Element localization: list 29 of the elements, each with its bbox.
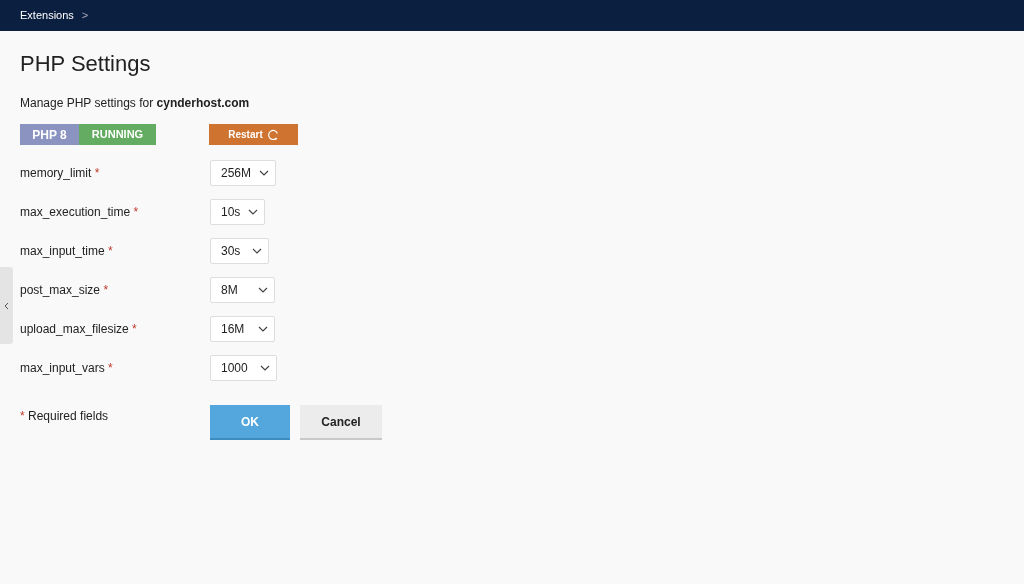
chevron-down-icon — [258, 325, 268, 332]
status-badge: RUNNING — [79, 124, 156, 145]
required-note: * Required fields — [20, 408, 110, 425]
cancel-button[interactable]: Cancel — [300, 405, 382, 440]
field-label: max_execution_time * — [20, 203, 140, 221]
page-title: PHP Settings — [20, 50, 152, 78]
field-label: max_input_vars * — [20, 359, 114, 377]
select-field[interactable]: 16M — [210, 315, 275, 342]
chevron-icon: > — [81, 7, 89, 24]
page-subtitle: Manage PHP settings for cynderhost.com — [20, 95, 251, 112]
chevron-down-icon — [258, 286, 268, 293]
field-label: max_input_time * — [20, 242, 114, 260]
field-label: upload_max_filesize * — [20, 320, 138, 338]
field-label: post_max_size * — [20, 281, 110, 299]
chevron-down-icon — [248, 208, 258, 215]
refresh-icon — [266, 128, 279, 141]
chevron-down-icon — [259, 169, 269, 176]
select-field[interactable]: 10s — [210, 198, 265, 225]
version-badge: PHP 8 — [20, 124, 79, 145]
chevron-down-icon — [252, 247, 262, 254]
select-field[interactable]: 30s — [210, 237, 269, 264]
breadcrumb-link[interactable]: Extensions — [20, 7, 74, 24]
select-field[interactable]: 8M — [210, 276, 275, 303]
chevron-left-icon — [4, 301, 9, 310]
select-field[interactable]: 256M — [210, 159, 276, 186]
select-field[interactable]: 1000 — [210, 354, 277, 381]
sidebar-toggle[interactable] — [0, 267, 13, 344]
field-label: memory_limit * — [20, 164, 101, 182]
chevron-down-icon — [260, 364, 270, 371]
